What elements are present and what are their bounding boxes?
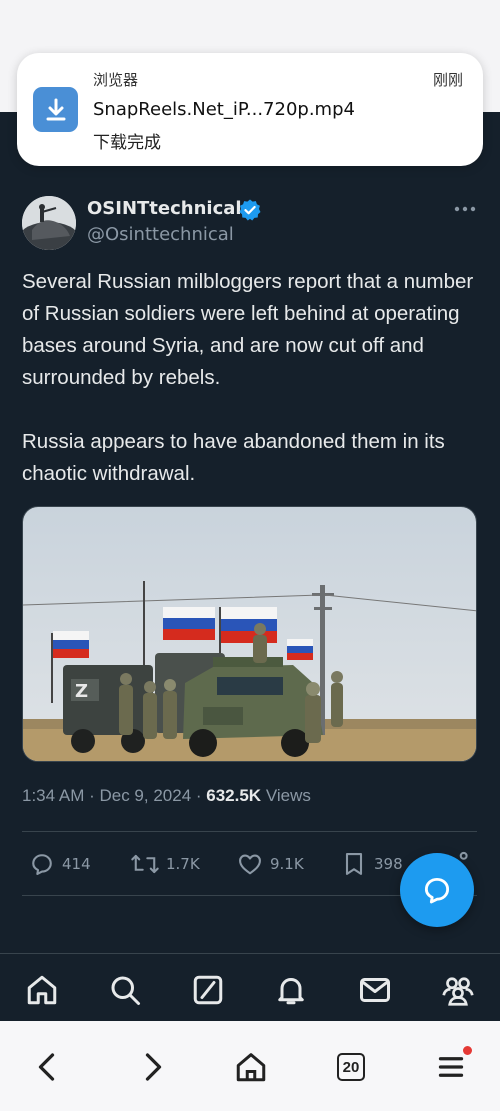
menu-icon[interactable] xyxy=(433,1049,469,1085)
menu-notification-dot xyxy=(463,1046,472,1055)
notification-time: 刚刚 xyxy=(432,71,463,89)
reply-icon xyxy=(32,854,52,875)
tweet-date: 1:34 AM · Dec 9, 2024 · xyxy=(22,786,207,805)
repost-icon xyxy=(131,854,159,874)
repost-button[interactable]: 1.7K xyxy=(130,848,200,880)
download-notification[interactable]: 浏览器 刚刚 SnapReels.Net_iP...720p.mp4 下载完成 xyxy=(17,53,483,166)
notification-title: SnapReels.Net_iP...720p.mp4 xyxy=(93,99,355,120)
author-handle[interactable]: @Osinttechnical xyxy=(87,224,234,245)
browser-toolbar xyxy=(0,1021,500,1111)
chat-bubble-icon xyxy=(424,877,450,904)
search-icon[interactable] xyxy=(107,972,143,1008)
grok-icon[interactable] xyxy=(190,972,226,1008)
views-label: Views xyxy=(261,786,311,805)
browser-home-icon[interactable] xyxy=(233,1049,269,1085)
more-options-icon[interactable] xyxy=(452,200,478,218)
avatar[interactable] xyxy=(22,196,76,250)
forward-icon[interactable] xyxy=(134,1049,170,1085)
views-count: 632.5K xyxy=(206,786,262,805)
tweet-media-image[interactable]: Z xyxy=(22,506,477,762)
repost-count: 1.7K xyxy=(166,855,200,873)
download-icon xyxy=(33,87,78,132)
verified-badge-icon xyxy=(239,199,261,221)
bookmark-button[interactable]: 398 xyxy=(340,848,403,880)
notifications-icon[interactable] xyxy=(273,972,309,1008)
messages-icon[interactable] xyxy=(357,972,393,1008)
tweet-timestamp: 1:34 AM · Dec 9, 2024 · 632.5K Views xyxy=(22,786,311,806)
notification-app-name: 浏览器 xyxy=(93,71,139,89)
notification-status: 下载完成 xyxy=(93,133,161,153)
home-icon[interactable] xyxy=(24,972,60,1008)
reply-count: 414 xyxy=(62,855,91,873)
heart-icon xyxy=(239,854,261,875)
bookmark-icon xyxy=(345,853,363,875)
bottom-navigation xyxy=(0,953,500,1021)
like-button[interactable]: 9.1K xyxy=(236,848,304,880)
compose-chat-button[interactable] xyxy=(400,853,474,927)
reply-button[interactable]: 414 xyxy=(28,848,91,880)
svg-text:Z: Z xyxy=(75,681,88,702)
communities-icon[interactable] xyxy=(440,972,476,1008)
author-name[interactable]: OSINTtechnical xyxy=(87,198,242,219)
back-icon[interactable] xyxy=(30,1049,66,1085)
divider xyxy=(22,831,477,832)
tab-count-button[interactable]: 20 xyxy=(337,1053,365,1081)
like-count: 9.1K xyxy=(270,855,304,873)
bookmark-count: 398 xyxy=(374,855,403,873)
tweet-text: Several Russian milbloggers report that … xyxy=(22,270,474,485)
